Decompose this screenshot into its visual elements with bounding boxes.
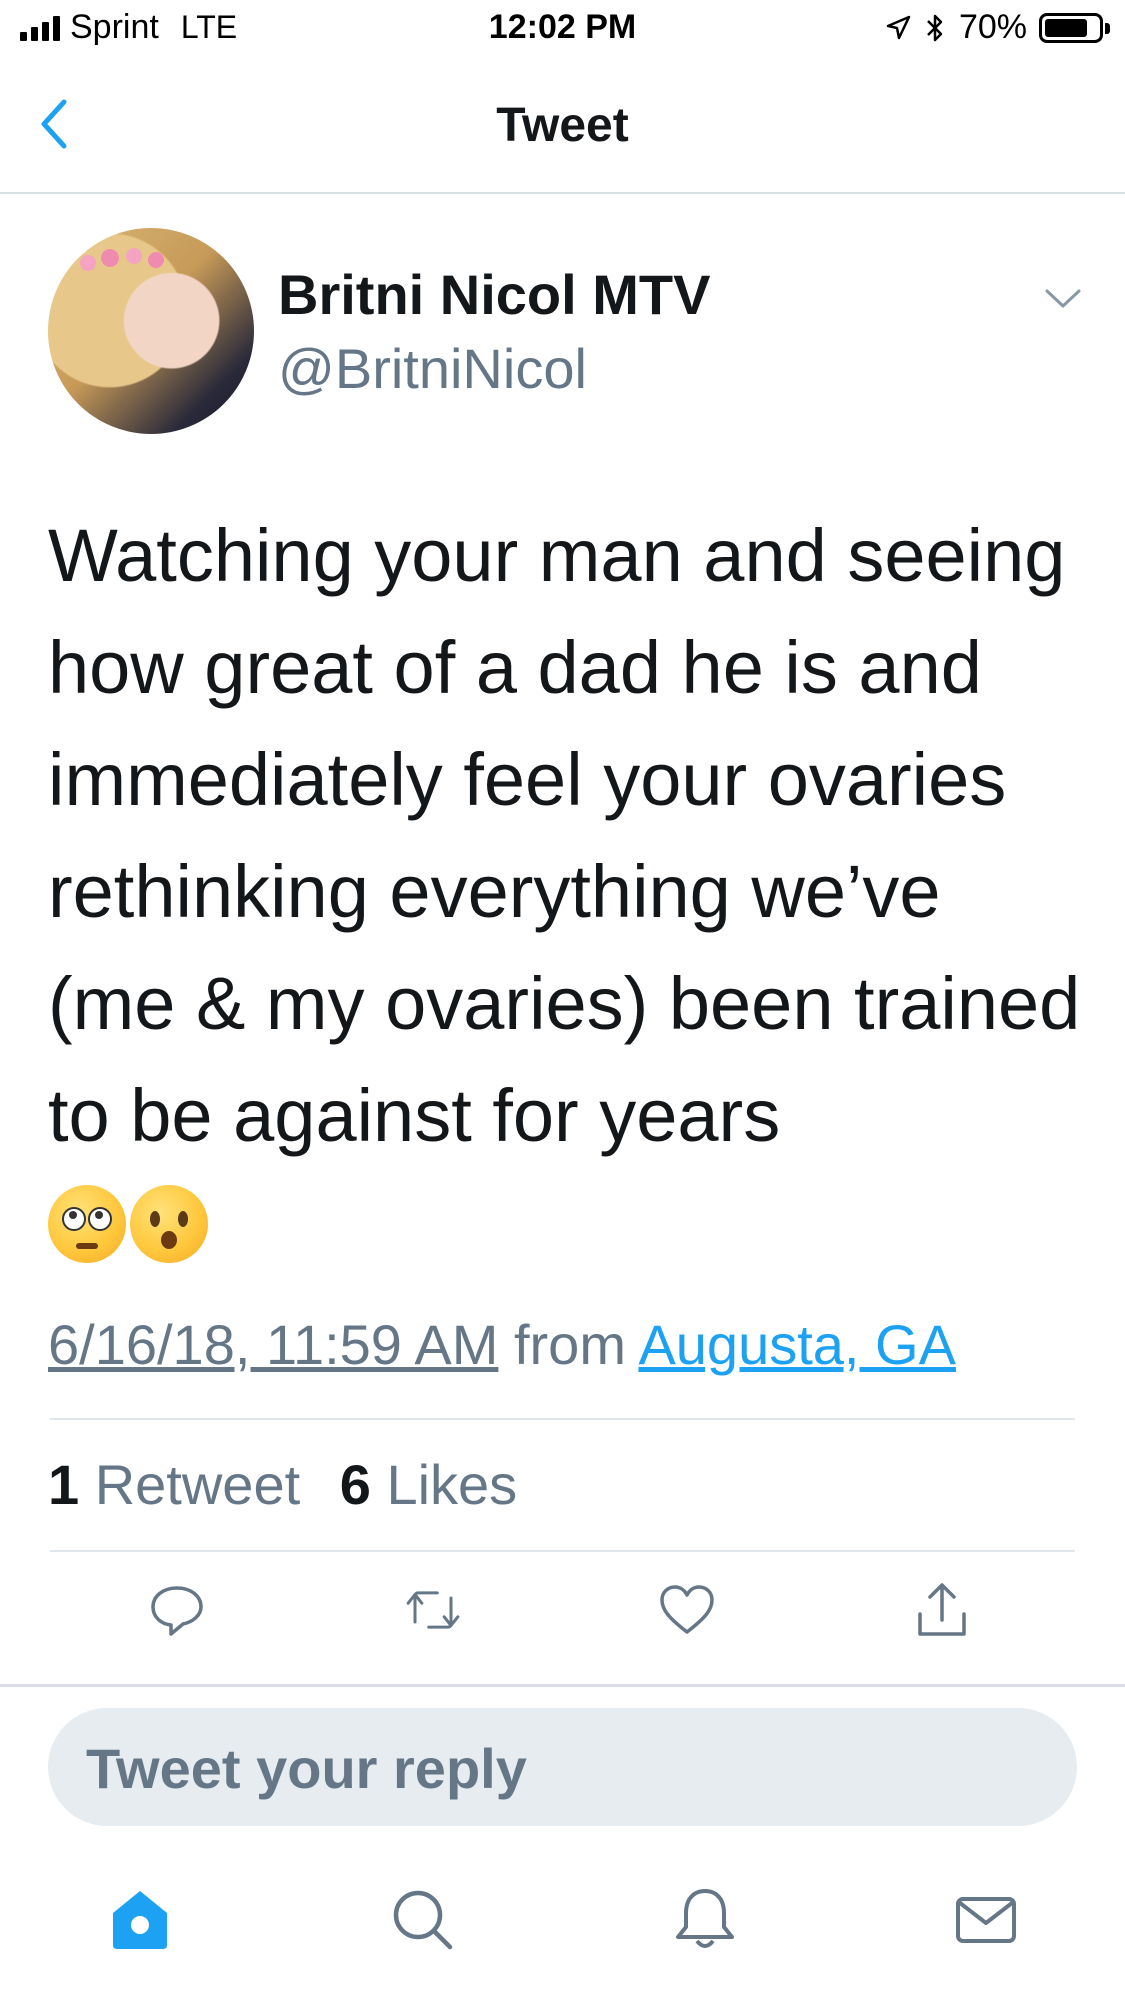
tab-home[interactable]: [100, 1880, 180, 1960]
search-icon: [393, 1890, 453, 1950]
like-stat[interactable]: 6 Likes: [340, 1453, 517, 1516]
tweet-body: Watching your man and seeing how great o…: [48, 500, 1088, 1284]
location-arrow-icon: [886, 15, 911, 39]
reply-box[interactable]: [48, 1708, 1077, 1828]
display-name[interactable]: Britni Nicol MTV: [278, 262, 710, 327]
flower-crown-decoration: [80, 248, 164, 271]
like-icon: [660, 1585, 714, 1634]
like-label: Likes: [386, 1453, 518, 1516]
divider: [50, 1550, 1075, 1552]
battery-icon: [1039, 12, 1110, 43]
tab-search[interactable]: [383, 1880, 463, 1960]
messages-icon: [956, 1897, 1016, 1943]
reply-separator: [0, 1684, 1125, 1687]
like-button[interactable]: [657, 1580, 717, 1640]
battery-percent: 70%: [958, 8, 1027, 46]
notifications-icon: [676, 1889, 734, 1948]
face-with-rolling-eyes-emoji: [48, 1185, 126, 1263]
retweet-label: Retweet: [94, 1453, 301, 1516]
chevron-down-icon: [1045, 289, 1081, 308]
tweet-stats: 1 Retweet 6 Likes: [48, 1452, 517, 1517]
like-count: 6: [339, 1453, 371, 1516]
hushed-face-emoji: [130, 1185, 208, 1263]
tab-messages[interactable]: [946, 1880, 1026, 1960]
retweet-count: 1: [48, 1453, 80, 1516]
divider: [50, 1418, 1075, 1420]
location-link[interactable]: Augusta, GA: [638, 1313, 956, 1376]
retweet-icon: [406, 1591, 460, 1629]
tweet-text: Watching your man and seeing how great o…: [48, 514, 1081, 1157]
nav-bar: Tweet: [0, 62, 1125, 194]
tweet-actions: [0, 1580, 1125, 1650]
share-button[interactable]: [912, 1580, 972, 1640]
share-icon: [918, 1583, 966, 1636]
retweet-stat[interactable]: 1 Retweet: [48, 1453, 300, 1516]
avatar[interactable]: [48, 228, 254, 434]
reply-input[interactable]: [84, 1708, 1048, 1828]
tab-bar: [0, 1880, 1125, 1990]
status-right: 70%: [885, 8, 1110, 47]
tweet-meta: 6/16/18, 11:59 AM from Augusta, GA: [48, 1312, 956, 1377]
user-handle[interactable]: @BritniNicol: [278, 336, 587, 401]
timestamp-link[interactable]: 6/16/18, 11:59 AM: [48, 1313, 498, 1376]
tab-notifications[interactable]: [665, 1880, 745, 1960]
status-bar: Sprint LTE 12:02 PM 70%: [0, 0, 1125, 62]
bluetooth-icon: [927, 14, 943, 41]
reply-button[interactable]: [147, 1580, 207, 1640]
page-title: Tweet: [496, 99, 629, 152]
retweet-button[interactable]: [403, 1580, 463, 1640]
reply-icon: [151, 1586, 203, 1636]
more-options-button[interactable]: [1044, 288, 1082, 315]
home-icon: [113, 1891, 167, 1949]
from-label: from: [513, 1313, 626, 1376]
